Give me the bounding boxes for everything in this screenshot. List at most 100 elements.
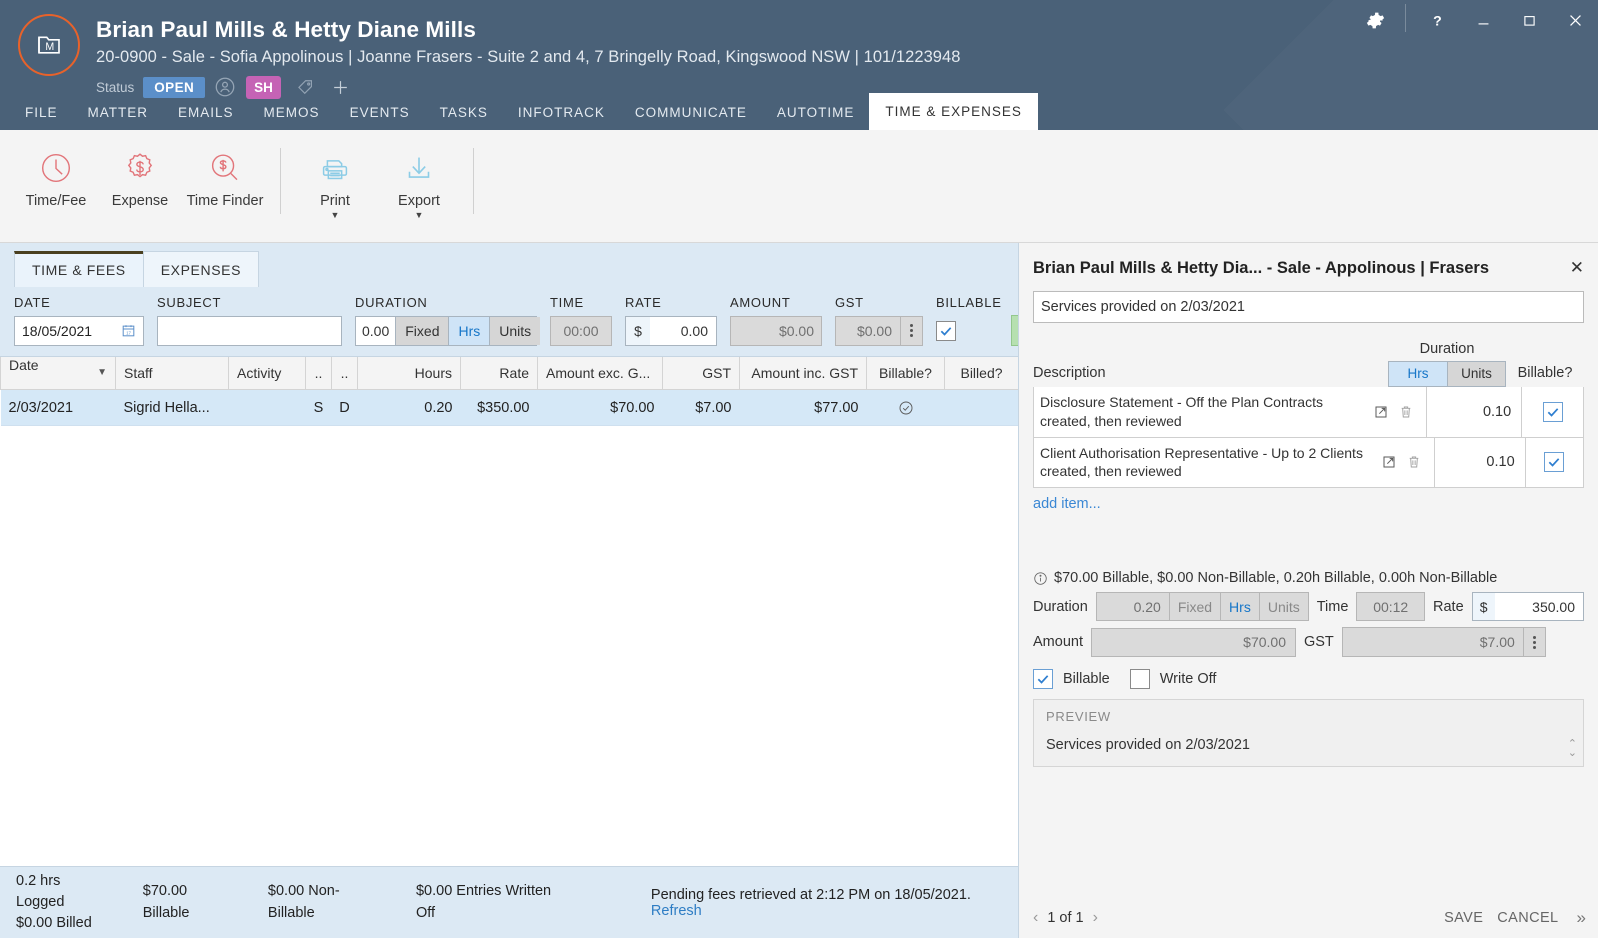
grid-col-extra-2[interactable]: .. [331, 357, 358, 390]
open-external-icon[interactable] [1373, 404, 1389, 420]
label-rate: RATE [625, 295, 662, 310]
date-value: 18/05/2021 [22, 322, 93, 339]
preview-label: PREVIEW [1046, 709, 1111, 725]
grid-col-extra-1[interactable]: .. [305, 357, 332, 390]
calendar-icon[interactable]: 17 [121, 323, 136, 338]
item-actions [1367, 404, 1422, 420]
add-item-link[interactable]: add item... [1033, 496, 1584, 512]
grid-col-billed[interactable]: Billed? [944, 357, 1019, 390]
grid-col-hours[interactable]: Hours [357, 357, 461, 390]
nav-tab-file[interactable]: FILE [10, 96, 73, 130]
items-hrs-units-toggle: Hrs Units [1388, 360, 1506, 387]
quick-entry-form: DATE SUBJECT DURATION TIME RATE AMOUNT G… [0, 287, 1106, 356]
grid-col-amount-inc-gst[interactable]: Amount inc. GST [739, 357, 867, 390]
items-toggle-hrs[interactable]: Hrs [1389, 361, 1447, 386]
close-window-button[interactable] [1552, 0, 1598, 40]
nav-tab-autotime[interactable]: AUTOTIME [762, 96, 870, 130]
detail-rate-label: Rate [1433, 598, 1464, 615]
nav-tab-events[interactable]: EVENTS [335, 96, 425, 130]
item-duration[interactable]: 0.10 [1433, 437, 1525, 488]
grid-col-gst[interactable]: GST [662, 357, 740, 390]
duration-option-units[interactable]: Units [489, 316, 541, 345]
double-chevron-right-icon[interactable]: » [1577, 908, 1586, 928]
detail-duration-value[interactable]: 0.20 [1096, 593, 1169, 621]
ribbon-time-fee-button[interactable]: Time/Fee [14, 142, 98, 210]
date-input[interactable]: 18/05/2021 17 [14, 315, 144, 346]
grid-header-row: Date ▼ Staff Activity .. .. Hours Rate A… [0, 357, 1019, 390]
help-button[interactable]: ? [1414, 0, 1460, 40]
detail-write-off-checkbox[interactable] [1129, 669, 1150, 690]
detail-panel-close-button[interactable]: ✕ [1566, 259, 1588, 276]
detail-description-input[interactable]: Services provided on 2/03/2021 [1033, 290, 1584, 323]
billable-checkbox[interactable] [936, 320, 956, 341]
ribbon-time-finder-button[interactable]: Time Finder [182, 142, 268, 210]
trash-icon[interactable] [1406, 454, 1422, 470]
chevron-down-icon[interactable]: ▼ [331, 211, 340, 220]
rate-input[interactable]: 0.00 [650, 317, 716, 345]
chevron-right-icon[interactable]: › [1093, 909, 1098, 927]
trash-icon[interactable] [1398, 404, 1414, 420]
refresh-link[interactable]: Refresh [651, 903, 702, 919]
detail-gst-group: $7.00 [1341, 627, 1546, 658]
detail-duration-units[interactable]: Units [1258, 593, 1308, 621]
cell-gst: $7.00 [662, 389, 740, 426]
ribbon-print-button[interactable]: Print ▼ [293, 142, 377, 220]
matter-header: ? M Brian Paul Mills & Hetty Diane Mills… [0, 0, 1598, 130]
gst-menu-button[interactable] [900, 316, 922, 345]
svg-text:?: ? [1433, 13, 1442, 29]
open-external-icon[interactable] [1381, 454, 1397, 470]
tab-time-and-fees[interactable]: TIME & FEES [14, 251, 144, 287]
ribbon-label: Time/Fee [25, 193, 87, 209]
grid-col-rate[interactable]: Rate [460, 357, 538, 390]
detail-duration-label: Duration [1033, 598, 1088, 615]
grid-col-billable[interactable]: Billable? [866, 357, 945, 390]
item-duration[interactable]: 0.10 [1425, 386, 1521, 437]
items-toggle-units[interactable]: Units [1447, 361, 1505, 386]
nav-tab-infotrack[interactable]: INFOTRACK [503, 96, 620, 130]
settings-gear-button[interactable] [1353, 0, 1397, 40]
duration-option-hrs[interactable]: Hrs [448, 316, 490, 345]
detail-billable-checkbox[interactable] [1033, 669, 1053, 690]
ribbon-expense-button[interactable]: Expense [98, 142, 182, 210]
grid-col-staff[interactable]: Staff [115, 357, 229, 390]
nav-tab-memos[interactable]: MEMOS [249, 96, 335, 130]
item-billable-checkbox[interactable] [1544, 452, 1565, 473]
ribbon-export-button[interactable]: Export ▼ [377, 142, 461, 220]
question-mark-icon: ? [1433, 13, 1442, 29]
save-button[interactable]: SAVE [1444, 910, 1483, 926]
chevron-down-icon[interactable]: ⌄ [1568, 747, 1577, 758]
preview-scroll-spinner[interactable]: ⌃ ⌄ [1568, 738, 1577, 759]
list-item[interactable]: Client Authorisation Representative - Up… [1033, 437, 1584, 489]
nav-tab-matter[interactable]: MATTER [73, 96, 164, 130]
list-item[interactable]: Disclosure Statement - Off the Plan Cont… [1033, 386, 1584, 438]
grid-col-date[interactable]: Date ▼ [0, 357, 116, 390]
grid-col-activity[interactable]: Activity [228, 357, 306, 390]
nav-tab-communicate[interactable]: COMMUNICATE [620, 96, 762, 130]
detail-gst-label: GST [1303, 634, 1334, 651]
duration-option-fixed[interactable]: Fixed [395, 316, 449, 345]
items-header-row: Description Duration Hrs Units Billable? [1033, 333, 1584, 387]
item-billable-checkbox[interactable] [1542, 401, 1563, 422]
nav-tab-tasks[interactable]: TASKS [425, 96, 503, 130]
chevron-down-icon[interactable]: ▼ [415, 211, 424, 220]
detail-duration-hrs[interactable]: Hrs [1220, 593, 1259, 621]
nav-tab-emails[interactable]: EMAILS [163, 96, 249, 130]
duration-input[interactable]: 0.00 [356, 316, 396, 345]
subject-input[interactable] [157, 315, 342, 346]
cancel-button[interactable]: CANCEL [1497, 910, 1558, 926]
detail-gst-menu-button[interactable] [1522, 628, 1545, 657]
maximize-button[interactable] [1506, 0, 1552, 40]
detail-rate-input[interactable]: 350.00 [1495, 593, 1583, 620]
sort-descending-caret-icon[interactable]: ▼ [97, 357, 107, 389]
table-row[interactable]: 2/03/2021 Sigrid Hella... S D 0.20 $350.… [0, 389, 1019, 426]
chevron-left-icon[interactable]: ‹ [1033, 909, 1038, 927]
cell-amount-inc-gst: $77.00 [739, 389, 867, 426]
dollar-magnifier-icon [211, 154, 238, 181]
minimize-button[interactable] [1460, 0, 1506, 40]
tab-expenses[interactable]: EXPENSES [142, 251, 260, 287]
grid-col-amount-exc-gst[interactable]: Amount exc. G... [537, 357, 663, 390]
nav-tab-time-and-expenses[interactable]: TIME & EXPENSES [869, 93, 1038, 130]
kebab-menu-icon [910, 324, 913, 337]
detail-duration-fixed[interactable]: Fixed [1168, 593, 1221, 621]
cell-billable [866, 389, 945, 426]
